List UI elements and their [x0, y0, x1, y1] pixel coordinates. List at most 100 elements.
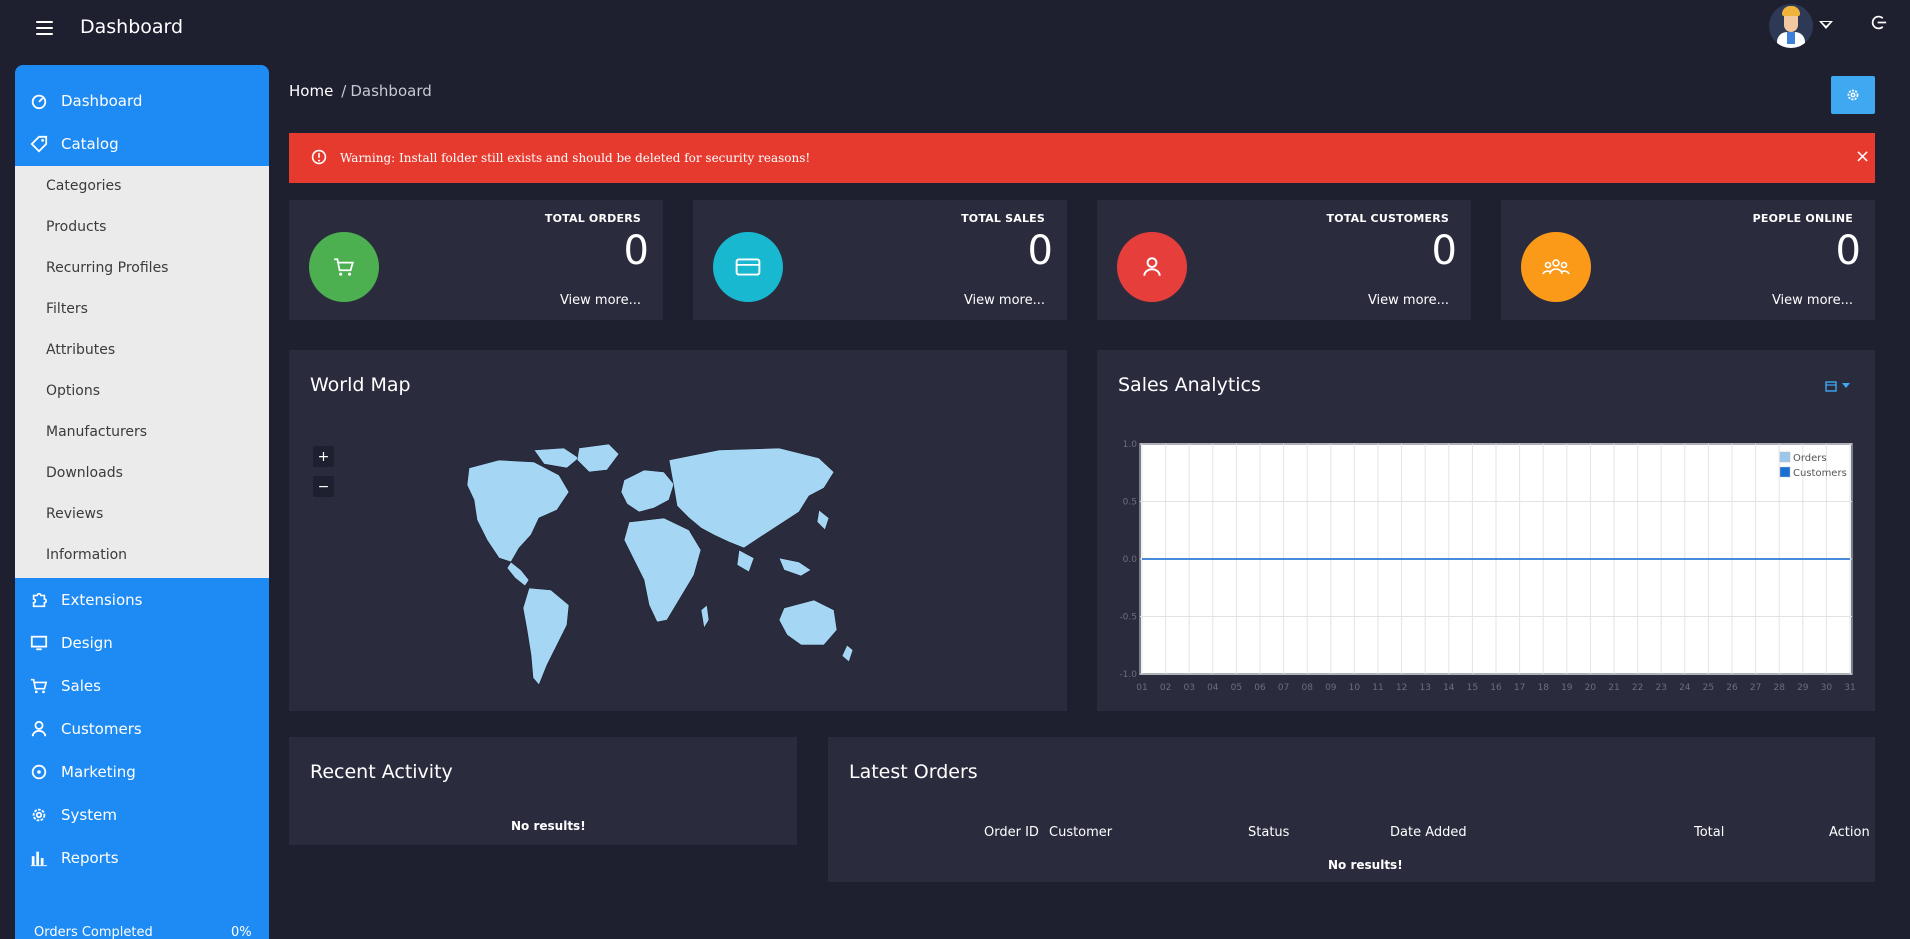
puzzle-icon: [32, 592, 47, 608]
sidebar-item-extensions[interactable]: Extensions: [15, 580, 269, 620]
view-more-link[interactable]: View more...: [560, 293, 641, 308]
empty-message: No results!: [511, 819, 586, 833]
x-tick-label: 17: [1514, 683, 1525, 693]
sidebar-item-label: Sales: [61, 677, 101, 695]
breadcrumb-home[interactable]: Home: [289, 82, 333, 100]
top-header: Dashboard: [0, 0, 1910, 56]
latest-orders-panel: Latest Orders No results!: [828, 737, 1875, 882]
sidebar-item-system[interactable]: System: [15, 795, 269, 835]
zoom-out-button[interactable]: −: [313, 476, 334, 497]
column-header-action[interactable]: Action: [1829, 825, 1870, 840]
settings-button[interactable]: [1831, 76, 1875, 114]
date-range-dropdown[interactable]: [1825, 380, 1850, 392]
panel-title: Latest Orders: [849, 761, 978, 783]
empty-message: No results!: [1328, 858, 1403, 872]
panel-title: Recent Activity: [310, 761, 453, 783]
users-group-icon: [1521, 232, 1591, 302]
submenu-item-downloads[interactable]: Downloads: [46, 465, 123, 481]
x-tick-label: 23: [1655, 683, 1666, 693]
x-tick-label: 05: [1231, 683, 1242, 693]
column-header-date-added[interactable]: Date Added: [1390, 825, 1467, 840]
sidebar-item-customers[interactable]: Customers: [15, 709, 269, 749]
submenu-item-categories[interactable]: Categories: [46, 178, 121, 194]
page-title: Dashboard: [80, 16, 184, 38]
x-tick-label: 06: [1254, 683, 1266, 693]
submenu-item-recurring-profiles[interactable]: Recurring Profiles: [46, 260, 168, 276]
chevron-down-icon: [1842, 383, 1850, 388]
sidebar-item-design[interactable]: Design: [15, 623, 269, 663]
world-map-panel: World Map + −: [289, 350, 1067, 711]
orders-completed-value: 0%: [231, 925, 252, 939]
sidebar-item-label: Dashboard: [61, 92, 143, 110]
sidebar-item-marketing[interactable]: Marketing: [15, 752, 269, 792]
credit-card-icon: [713, 232, 783, 302]
stat-card-total-customers: TOTAL CUSTOMERS 0 View more...: [1097, 200, 1471, 320]
view-more-link[interactable]: View more...: [1772, 293, 1853, 308]
stat-title: TOTAL CUSTOMERS: [1326, 212, 1449, 225]
x-tick-label: 24: [1679, 683, 1691, 693]
x-tick-label: 11: [1372, 683, 1383, 693]
stat-card-people-online: PEOPLE ONLINE 0 View more...: [1501, 200, 1875, 320]
submenu-item-information[interactable]: Information: [46, 547, 127, 563]
column-header-order-id[interactable]: Order ID: [984, 825, 1039, 840]
logout-icon[interactable]: [1870, 14, 1887, 31]
x-tick-label: 30: [1821, 683, 1833, 693]
user-icon: [1117, 232, 1187, 302]
submenu-item-reviews[interactable]: Reviews: [46, 506, 103, 522]
speedometer-icon: [31, 94, 47, 110]
stat-card-total-orders: TOTAL ORDERS 0 View more...: [289, 200, 663, 320]
world-map[interactable]: [439, 440, 859, 700]
stat-title: PEOPLE ONLINE: [1752, 212, 1853, 225]
submenu-item-attributes[interactable]: Attributes: [46, 342, 115, 358]
zoom-in-button[interactable]: +: [313, 446, 334, 467]
x-tick-label: 04: [1207, 683, 1219, 693]
x-tick-label: 25: [1703, 683, 1714, 693]
orders-completed-label: Orders Completed: [34, 925, 153, 939]
submenu-item-manufacturers[interactable]: Manufacturers: [46, 424, 147, 440]
submenu-item-filters[interactable]: Filters: [46, 301, 88, 317]
sidebar-item-sales[interactable]: Sales: [15, 666, 269, 706]
sales-chart[interactable]: 01 02 03 04 05 06 07 08 09 10 11 12 13 14 15 16 17 18 19 20…: [1110, 436, 1862, 698]
y-tick-label: -1.0: [1119, 670, 1137, 680]
warning-alert: Warning: Install folder still exists and…: [289, 133, 1875, 183]
cart-icon: [30, 678, 48, 694]
x-tick-label: 07: [1278, 683, 1289, 693]
x-tick-label: 22: [1632, 683, 1643, 693]
stat-value: 0: [1431, 228, 1457, 274]
gear-icon: [32, 808, 46, 822]
sidebar-item-label: Customers: [61, 720, 142, 738]
bar-chart-icon: [30, 851, 48, 867]
legend-label: Orders: [1793, 453, 1827, 464]
sidebar-item-catalog[interactable]: Catalog: [15, 124, 269, 164]
alert-circle-icon: [311, 149, 327, 165]
y-tick-label: 0.0: [1123, 555, 1138, 565]
column-header-status[interactable]: Status: [1248, 825, 1289, 840]
x-tick-label: 13: [1419, 683, 1430, 693]
sidebar-item-dashboard[interactable]: Dashboard: [15, 81, 269, 121]
x-tick-label: 03: [1183, 683, 1194, 693]
view-more-link[interactable]: View more...: [1368, 293, 1449, 308]
monitor-icon: [30, 635, 48, 651]
megaphone-icon: [31, 764, 47, 780]
x-tick-label: 02: [1160, 683, 1171, 693]
close-icon[interactable]: ×: [1855, 146, 1870, 167]
submenu-item-options[interactable]: Options: [46, 383, 100, 399]
menu-toggle-icon[interactable]: [36, 21, 53, 35]
gear-icon: [1847, 89, 1859, 101]
x-tick-label: 16: [1490, 683, 1502, 693]
cart-icon: [309, 232, 379, 302]
x-tick-label: 31: [1844, 683, 1855, 693]
user-avatar[interactable]: [1769, 4, 1813, 48]
stat-value: 0: [623, 228, 649, 274]
submenu-item-products[interactable]: Products: [46, 219, 106, 235]
column-header-total[interactable]: Total: [1694, 825, 1724, 840]
chevron-down-icon[interactable]: [1819, 21, 1833, 29]
view-more-link[interactable]: View more...: [964, 293, 1045, 308]
sidebar: Dashboard Catalog Categories Products Re…: [15, 65, 269, 939]
y-tick-label: -0.5: [1119, 613, 1137, 623]
x-tick-label: 18: [1537, 683, 1549, 693]
sidebar-item-reports[interactable]: Reports: [15, 838, 269, 878]
user-icon: [31, 720, 47, 737]
sidebar-item-label: Marketing: [61, 763, 136, 781]
column-header-customer[interactable]: Customer: [1049, 825, 1112, 840]
